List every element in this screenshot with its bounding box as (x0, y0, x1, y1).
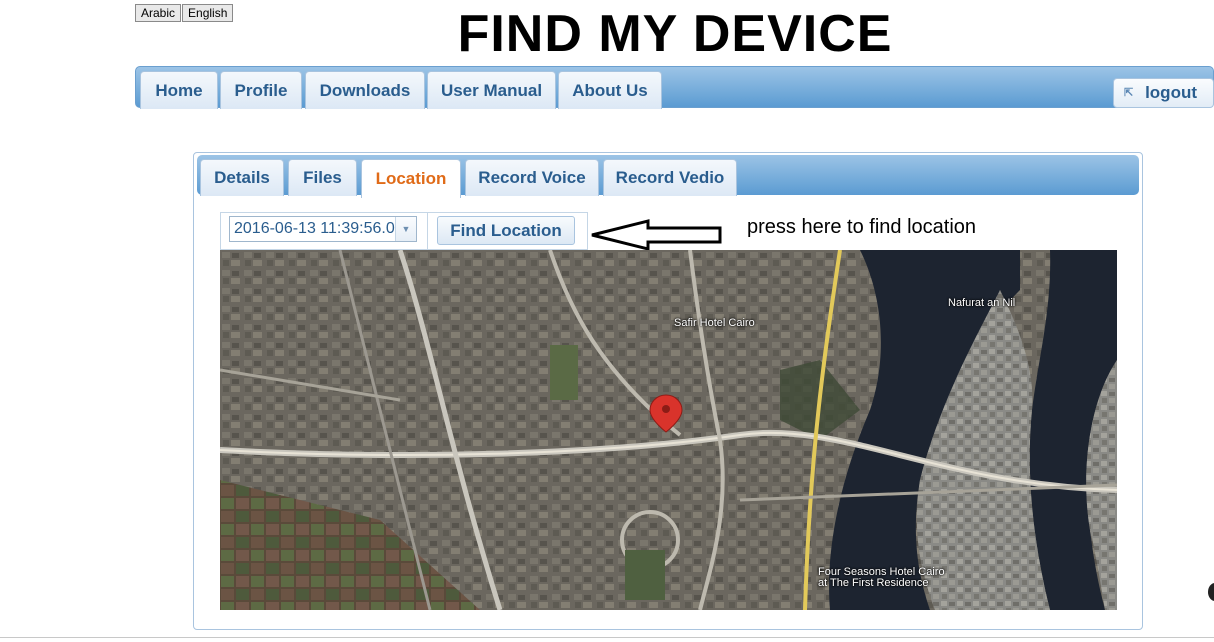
nav-profile[interactable]: Profile (220, 71, 302, 109)
location-hint: press here to find location (747, 216, 977, 238)
map-label-nafurat: Nafurat an Nil (948, 297, 1016, 309)
nav-user-manual[interactable]: User Manual (427, 71, 556, 109)
page-title: FIND MY DEVICE (457, 5, 893, 63)
tab-location[interactable]: Location (361, 159, 461, 198)
tab-files[interactable]: Files (288, 159, 357, 196)
nav-downloads[interactable]: Downloads (305, 71, 425, 109)
map-label-safir: Safir Hotel Cairo (674, 317, 755, 329)
date-select[interactable]: 2016-06-13 11:39:56.0 ▼ (229, 216, 417, 242)
main-nav: Home Profile Downloads User Manual About… (135, 66, 1214, 109)
external-link-icon: ⇱ (1124, 87, 1134, 99)
left-arrow-icon (591, 219, 722, 251)
nav-about-us[interactable]: About Us (558, 71, 662, 109)
page-divider (0, 637, 1214, 638)
nav-home[interactable]: Home (140, 71, 218, 109)
device-tabs: Details Files Location Record Voice Reco… (197, 155, 1139, 198)
find-location-button[interactable]: Find Location (437, 216, 575, 245)
date-value: 2016-06-13 11:39:56.0 (234, 220, 395, 237)
tab-details[interactable]: Details (200, 159, 284, 196)
satellite-map[interactable]: Safir Hotel Cairo Nafurat an Nil Four Se… (220, 250, 1117, 610)
map-label-first-residence: at The First Residence (818, 577, 929, 589)
tab-record-voice[interactable]: Record Voice (465, 159, 599, 196)
logout-label: logout (1145, 83, 1197, 102)
chevron-down-icon[interactable]: ▼ (395, 217, 416, 241)
toolbar-divider (427, 212, 428, 250)
logout-button[interactable]: ⇱ logout (1113, 78, 1214, 108)
scroll-indicator (1208, 583, 1214, 601)
tab-record-vedio[interactable]: Record Vedio (603, 159, 737, 196)
